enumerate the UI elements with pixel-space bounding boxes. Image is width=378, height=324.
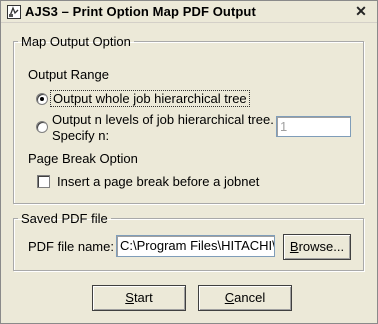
- radio-output-n-levels-label-line2[interactable]: Specify n:: [52, 128, 109, 143]
- title-bar[interactable]: AJS3 – Print Option Map PDF Output ✕: [1, 1, 377, 23]
- cancel-mnemonic: C: [224, 290, 235, 305]
- browse-button[interactable]: Browse...: [283, 234, 351, 260]
- start-label-rest: tart: [133, 290, 153, 305]
- page-break-checkbox-label[interactable]: Insert a page break before a jobnet: [57, 174, 259, 189]
- browse-label-rest: rowse...: [298, 239, 345, 254]
- app-icon: [7, 5, 21, 19]
- output-range-label: Output Range: [28, 67, 109, 82]
- cancel-label-rest: ancel: [234, 290, 266, 305]
- levels-n-input[interactable]: 1: [276, 116, 351, 137]
- start-button[interactable]: Start: [92, 285, 186, 311]
- radio-output-n-levels[interactable]: [36, 121, 48, 133]
- cancel-button[interactable]: Cancel: [198, 285, 292, 311]
- window-title: AJS3 – Print Option Map PDF Output: [25, 4, 256, 19]
- radio-output-whole-label[interactable]: Output whole job hierarchical tree: [50, 90, 250, 107]
- pdf-file-name-input[interactable]: C:\Program Files\HITACHI\J: [116, 235, 275, 257]
- radio-output-whole[interactable]: [36, 93, 48, 105]
- page-break-option-label: Page Break Option: [28, 151, 138, 166]
- close-icon[interactable]: ✕: [353, 4, 369, 19]
- map-output-option-legend: Map Output Option: [21, 34, 131, 49]
- saved-pdf-file-legend: Saved PDF file: [21, 211, 108, 226]
- browse-mnemonic: B: [289, 239, 299, 254]
- start-mnemonic: S: [125, 290, 134, 305]
- radio-output-n-levels-label-line1[interactable]: Output n levels of job hierarchical tree…: [52, 112, 274, 127]
- pdf-file-name-label: PDF file name:: [28, 239, 114, 254]
- page-break-checkbox[interactable]: [37, 175, 50, 188]
- dialog-window: AJS3 – Print Option Map PDF Output ✕ Map…: [0, 0, 378, 324]
